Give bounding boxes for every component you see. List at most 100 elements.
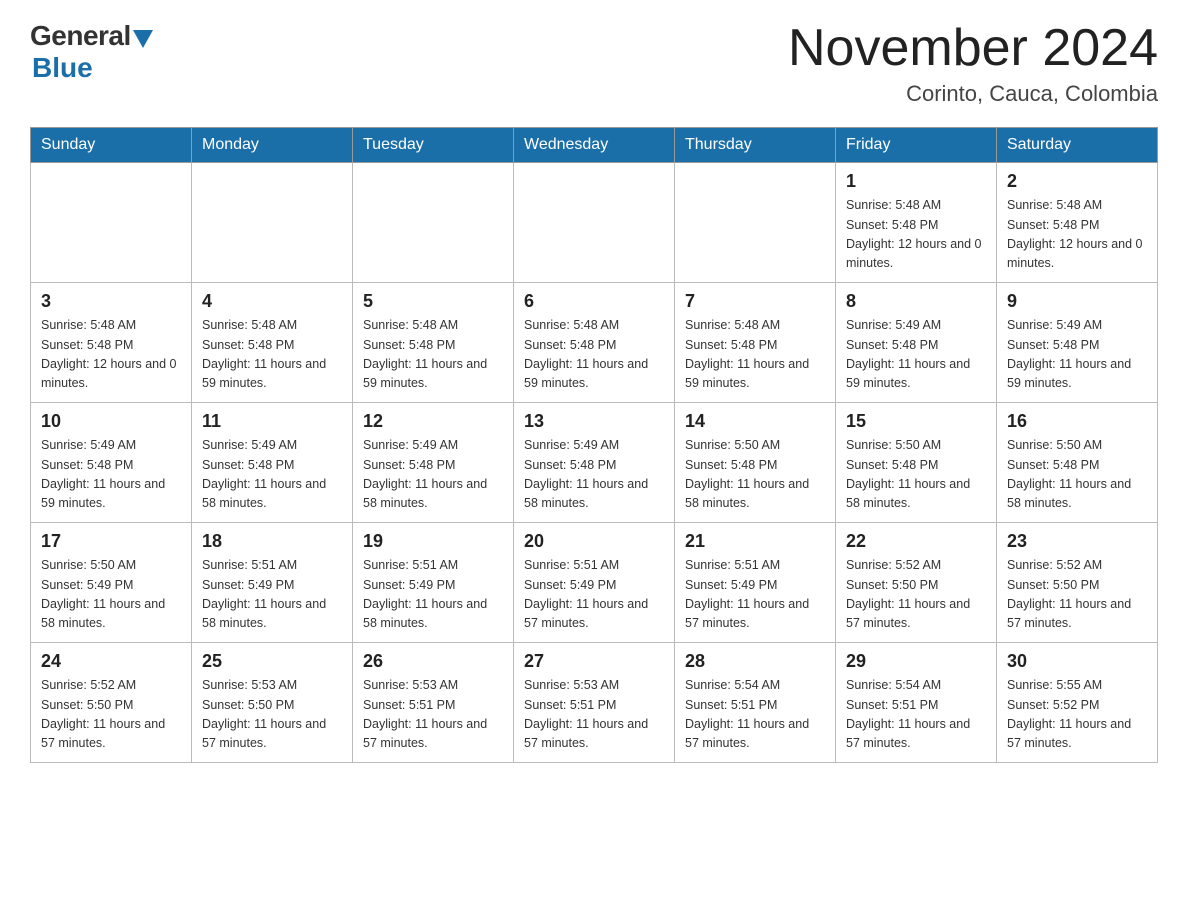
- calendar-cell: [192, 163, 353, 283]
- calendar-cell: 10 Sunrise: 5:49 AM Sunset: 5:48 PM Dayli…: [31, 403, 192, 523]
- day-number: 28: [685, 651, 825, 672]
- calendar-cell: 12 Sunrise: 5:49 AM Sunset: 5:48 PM Dayli…: [353, 403, 514, 523]
- day-number: 16: [1007, 411, 1147, 432]
- calendar-cell: 5Sunrise: 5:48 AM Sunset: 5:48 PM Daylig…: [353, 283, 514, 403]
- calendar-cell: 27 Sunrise: 5:53 AM Sunset: 5:51 PM Dayli…: [514, 643, 675, 763]
- calendar-cell: 30 Sunrise: 5:55 AM Sunset: 5:52 PM Dayli…: [997, 643, 1158, 763]
- day-info: Sunrise: 5:52 AM Sunset: 5:50 PM Dayligh…: [846, 556, 986, 634]
- calendar-cell: 3Sunrise: 5:48 AM Sunset: 5:48 PM Daylig…: [31, 283, 192, 403]
- day-number: 12: [363, 411, 503, 432]
- weekday-header-wednesday: Wednesday: [514, 128, 675, 163]
- day-info: Sunrise: 5:49 AM Sunset: 5:48 PM Dayligh…: [41, 436, 181, 514]
- day-number: 10: [41, 411, 181, 432]
- day-info: Sunrise: 5:51 AM Sunset: 5:49 PM Dayligh…: [685, 556, 825, 634]
- calendar-cell: 2 Sunrise: 5:48 AM Sunset: 5:48 PM Daylig…: [997, 163, 1158, 283]
- calendar-cell: 28 Sunrise: 5:54 AM Sunset: 5:51 PM Dayli…: [675, 643, 836, 763]
- calendar-cell: 19 Sunrise: 5:51 AM Sunset: 5:49 PM Dayli…: [353, 523, 514, 643]
- day-info: Sunrise: 5:50 AM Sunset: 5:49 PM Dayligh…: [41, 556, 181, 634]
- calendar-cell: 29Sunrise: 5:54 AM Sunset: 5:51 PM Dayli…: [836, 643, 997, 763]
- month-year-title: November 2024: [788, 20, 1158, 77]
- day-number: 17: [41, 531, 181, 552]
- logo-triangle-icon: [133, 30, 153, 48]
- calendar-week-row: 3Sunrise: 5:48 AM Sunset: 5:48 PM Daylig…: [31, 283, 1158, 403]
- weekday-header-saturday: Saturday: [997, 128, 1158, 163]
- day-number: 4: [202, 291, 342, 312]
- day-info: Sunrise: 5:49 AM Sunset: 5:48 PM Dayligh…: [524, 436, 664, 514]
- day-number: 20: [524, 531, 664, 552]
- calendar-cell: 8 Sunrise: 5:49 AM Sunset: 5:48 PM Daylig…: [836, 283, 997, 403]
- calendar-cell: 25Sunrise: 5:53 AM Sunset: 5:50 PM Dayli…: [192, 643, 353, 763]
- day-info: Sunrise: 5:49 AM Sunset: 5:48 PM Dayligh…: [202, 436, 342, 514]
- day-info: Sunrise: 5:52 AM Sunset: 5:50 PM Dayligh…: [41, 676, 181, 754]
- calendar-cell: 23 Sunrise: 5:52 AM Sunset: 5:50 PM Dayli…: [997, 523, 1158, 643]
- day-number: 19: [363, 531, 503, 552]
- day-info: Sunrise: 5:51 AM Sunset: 5:49 PM Dayligh…: [524, 556, 664, 634]
- logo-blue-text: Blue: [32, 52, 93, 84]
- calendar-cell: 21 Sunrise: 5:51 AM Sunset: 5:49 PM Dayli…: [675, 523, 836, 643]
- calendar-week-row: 10 Sunrise: 5:49 AM Sunset: 5:48 PM Dayli…: [31, 403, 1158, 523]
- calendar-cell: 11 Sunrise: 5:49 AM Sunset: 5:48 PM Dayli…: [192, 403, 353, 523]
- day-number: 2: [1007, 171, 1147, 192]
- day-info: Sunrise: 5:55 AM Sunset: 5:52 PM Dayligh…: [1007, 676, 1147, 754]
- day-info: Sunrise: 5:53 AM Sunset: 5:51 PM Dayligh…: [524, 676, 664, 754]
- calendar-cell: 6 Sunrise: 5:48 AM Sunset: 5:48 PM Daylig…: [514, 283, 675, 403]
- day-info: Sunrise: 5:48 AM Sunset: 5:48 PM Dayligh…: [524, 316, 664, 394]
- calendar-cell: 22 Sunrise: 5:52 AM Sunset: 5:50 PM Dayli…: [836, 523, 997, 643]
- day-number: 30: [1007, 651, 1147, 672]
- calendar-cell: 1Sunrise: 5:48 AM Sunset: 5:48 PM Daylig…: [836, 163, 997, 283]
- day-number: 27: [524, 651, 664, 672]
- location-subtitle: Corinto, Cauca, Colombia: [788, 81, 1158, 107]
- logo: General Blue: [30, 20, 153, 84]
- day-info: Sunrise: 5:49 AM Sunset: 5:48 PM Dayligh…: [363, 436, 503, 514]
- day-number: 14: [685, 411, 825, 432]
- calendar-cell: 20 Sunrise: 5:51 AM Sunset: 5:49 PM Dayli…: [514, 523, 675, 643]
- calendar-cell: 15 Sunrise: 5:50 AM Sunset: 5:48 PM Dayli…: [836, 403, 997, 523]
- day-info: Sunrise: 5:54 AM Sunset: 5:51 PM Dayligh…: [846, 676, 986, 754]
- day-info: Sunrise: 5:50 AM Sunset: 5:48 PM Dayligh…: [685, 436, 825, 514]
- calendar-cell: 18 Sunrise: 5:51 AM Sunset: 5:49 PM Dayli…: [192, 523, 353, 643]
- calendar-cell: 24Sunrise: 5:52 AM Sunset: 5:50 PM Dayli…: [31, 643, 192, 763]
- logo-general-text: General: [30, 20, 131, 52]
- day-info: Sunrise: 5:51 AM Sunset: 5:49 PM Dayligh…: [202, 556, 342, 634]
- day-info: Sunrise: 5:48 AM Sunset: 5:48 PM Dayligh…: [363, 316, 503, 394]
- day-info: Sunrise: 5:50 AM Sunset: 5:48 PM Dayligh…: [1007, 436, 1147, 514]
- calendar-cell: 7 Sunrise: 5:48 AM Sunset: 5:48 PM Daylig…: [675, 283, 836, 403]
- calendar-table: SundayMondayTuesdayWednesdayThursdayFrid…: [30, 127, 1158, 763]
- day-number: 7: [685, 291, 825, 312]
- day-info: Sunrise: 5:48 AM Sunset: 5:48 PM Dayligh…: [41, 316, 181, 394]
- day-number: 18: [202, 531, 342, 552]
- day-number: 1: [846, 171, 986, 192]
- day-info: Sunrise: 5:49 AM Sunset: 5:48 PM Dayligh…: [846, 316, 986, 394]
- weekday-header-sunday: Sunday: [31, 128, 192, 163]
- day-number: 13: [524, 411, 664, 432]
- day-info: Sunrise: 5:54 AM Sunset: 5:51 PM Dayligh…: [685, 676, 825, 754]
- day-info: Sunrise: 5:53 AM Sunset: 5:51 PM Dayligh…: [363, 676, 503, 754]
- day-number: 9: [1007, 291, 1147, 312]
- calendar-cell: 16 Sunrise: 5:50 AM Sunset: 5:48 PM Dayli…: [997, 403, 1158, 523]
- day-info: Sunrise: 5:48 AM Sunset: 5:48 PM Dayligh…: [685, 316, 825, 394]
- day-info: Sunrise: 5:50 AM Sunset: 5:48 PM Dayligh…: [846, 436, 986, 514]
- weekday-header-monday: Monday: [192, 128, 353, 163]
- day-number: 11: [202, 411, 342, 432]
- day-number: 8: [846, 291, 986, 312]
- weekday-header-thursday: Thursday: [675, 128, 836, 163]
- calendar-cell: [31, 163, 192, 283]
- day-number: 21: [685, 531, 825, 552]
- calendar-cell: [514, 163, 675, 283]
- day-info: Sunrise: 5:53 AM Sunset: 5:50 PM Dayligh…: [202, 676, 342, 754]
- calendar-week-row: 17 Sunrise: 5:50 AM Sunset: 5:49 PM Dayli…: [31, 523, 1158, 643]
- day-number: 22: [846, 531, 986, 552]
- day-info: Sunrise: 5:51 AM Sunset: 5:49 PM Dayligh…: [363, 556, 503, 634]
- calendar-cell: [675, 163, 836, 283]
- calendar-week-row: 24Sunrise: 5:52 AM Sunset: 5:50 PM Dayli…: [31, 643, 1158, 763]
- calendar-cell: 26Sunrise: 5:53 AM Sunset: 5:51 PM Dayli…: [353, 643, 514, 763]
- day-number: 6: [524, 291, 664, 312]
- day-info: Sunrise: 5:49 AM Sunset: 5:48 PM Dayligh…: [1007, 316, 1147, 394]
- day-info: Sunrise: 5:48 AM Sunset: 5:48 PM Dayligh…: [202, 316, 342, 394]
- day-info: Sunrise: 5:52 AM Sunset: 5:50 PM Dayligh…: [1007, 556, 1147, 634]
- day-number: 23: [1007, 531, 1147, 552]
- day-number: 15: [846, 411, 986, 432]
- weekday-header-friday: Friday: [836, 128, 997, 163]
- calendar-cell: 17 Sunrise: 5:50 AM Sunset: 5:49 PM Dayli…: [31, 523, 192, 643]
- day-info: Sunrise: 5:48 AM Sunset: 5:48 PM Dayligh…: [1007, 196, 1147, 274]
